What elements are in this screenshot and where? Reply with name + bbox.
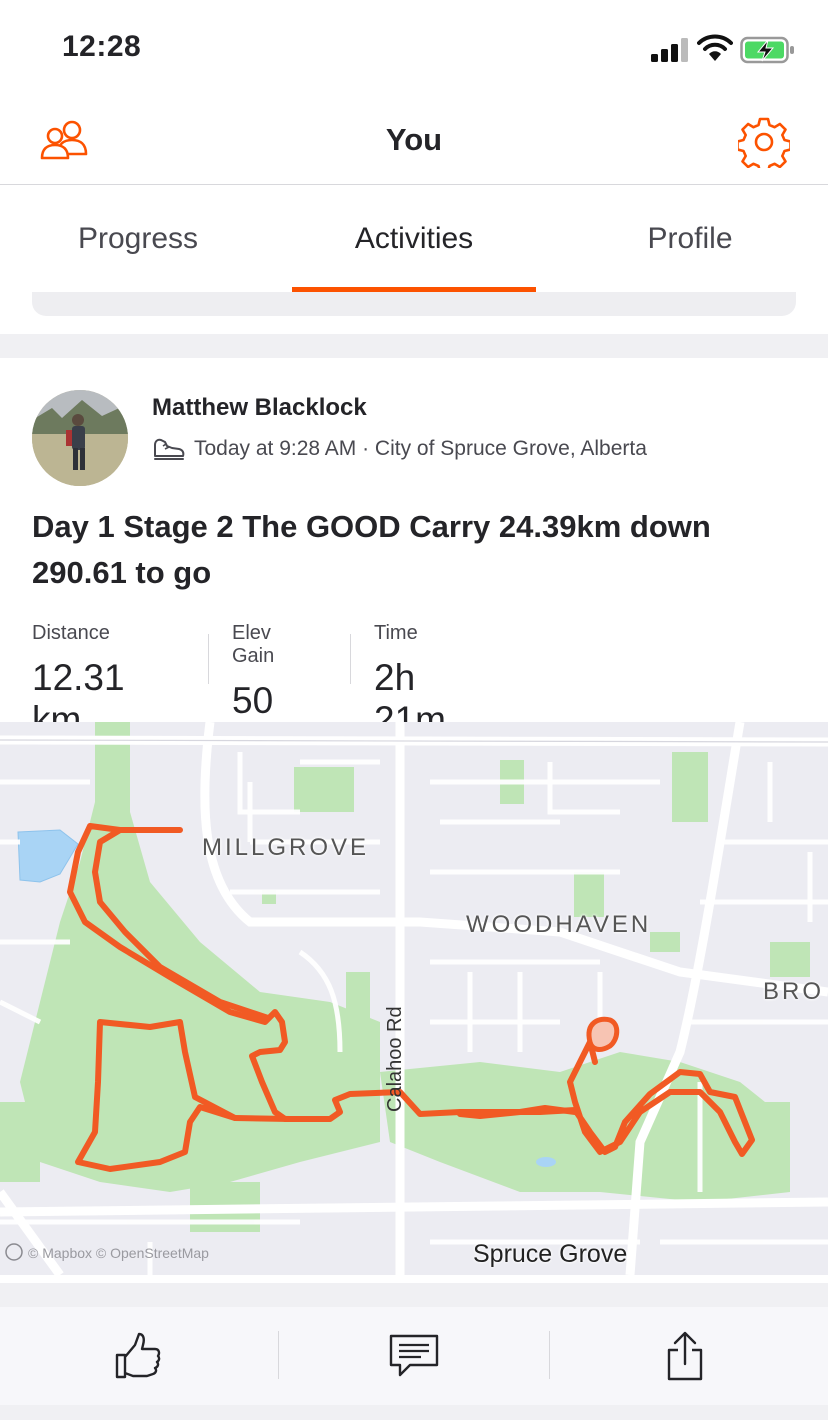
activity-card[interactable]: Matthew Blacklock Today at 9:28 AM · Cit… bbox=[0, 358, 828, 1303]
stat-label: Distance bbox=[32, 622, 110, 644]
comment-icon bbox=[389, 1334, 439, 1377]
route-map[interactable]: MILLGROVE WOODHAVEN BRO Calahoo Rd Spruc… bbox=[0, 722, 828, 1275]
tab-bar: Progress Activities Profile bbox=[0, 185, 828, 292]
map-graphic bbox=[0, 722, 828, 1275]
page-title: You bbox=[385, 122, 443, 157]
map-label-spruce-grove: Spruce Grove bbox=[473, 1240, 628, 1268]
bottom-separator bbox=[0, 1405, 828, 1420]
share-icon bbox=[667, 1331, 703, 1381]
stat-divider bbox=[208, 634, 209, 684]
map-label-calahoo-rd: Calahoo Rd bbox=[384, 1006, 406, 1112]
cellular-signal-icon bbox=[651, 38, 688, 62]
stat-label: Elev Gain bbox=[232, 622, 275, 667]
kudos-button[interactable] bbox=[0, 1307, 276, 1405]
tab-profile[interactable]: Profile bbox=[552, 185, 828, 292]
feed-separator bbox=[0, 334, 828, 358]
settings-icon[interactable] bbox=[738, 116, 790, 168]
athlete-name[interactable]: Matthew Blacklock bbox=[152, 394, 367, 422]
status-bar: 12:28 bbox=[0, 0, 828, 98]
thumbs-up-icon bbox=[115, 1332, 161, 1379]
top-navigation: You bbox=[0, 98, 828, 185]
map-label-millgrove: MILLGROVE bbox=[202, 834, 370, 861]
stat-divider bbox=[350, 634, 351, 684]
shoe-icon bbox=[154, 438, 185, 460]
search-bar[interactable] bbox=[32, 292, 796, 316]
activity-meta: Today at 9:28 AM · City of Spruce Grove,… bbox=[152, 436, 647, 462]
status-time: 12:28 bbox=[62, 30, 142, 63]
avatar[interactable] bbox=[32, 390, 128, 486]
activity-actions bbox=[0, 1307, 828, 1405]
map-label-bro: BRO bbox=[763, 978, 825, 1005]
stat-label: Time bbox=[374, 622, 418, 644]
map-attribution[interactable]: © Mapbox © OpenStreetMap bbox=[28, 1245, 209, 1261]
share-button[interactable] bbox=[547, 1307, 823, 1405]
card-separator bbox=[0, 1283, 828, 1307]
activity-title[interactable]: Day 1 Stage 2 The GOOD Carry 24.39km dow… bbox=[32, 504, 792, 596]
activity-date-location: Today at 9:28 AM · City of Spruce Grove,… bbox=[194, 437, 647, 460]
wifi-icon bbox=[697, 34, 733, 61]
map-label-woodhaven: WOODHAVEN bbox=[466, 911, 652, 938]
comment-button[interactable] bbox=[276, 1307, 552, 1405]
tab-progress[interactable]: Progress bbox=[0, 185, 276, 292]
tab-activities[interactable]: Activities bbox=[276, 185, 552, 292]
battery-charging-icon bbox=[740, 36, 794, 64]
